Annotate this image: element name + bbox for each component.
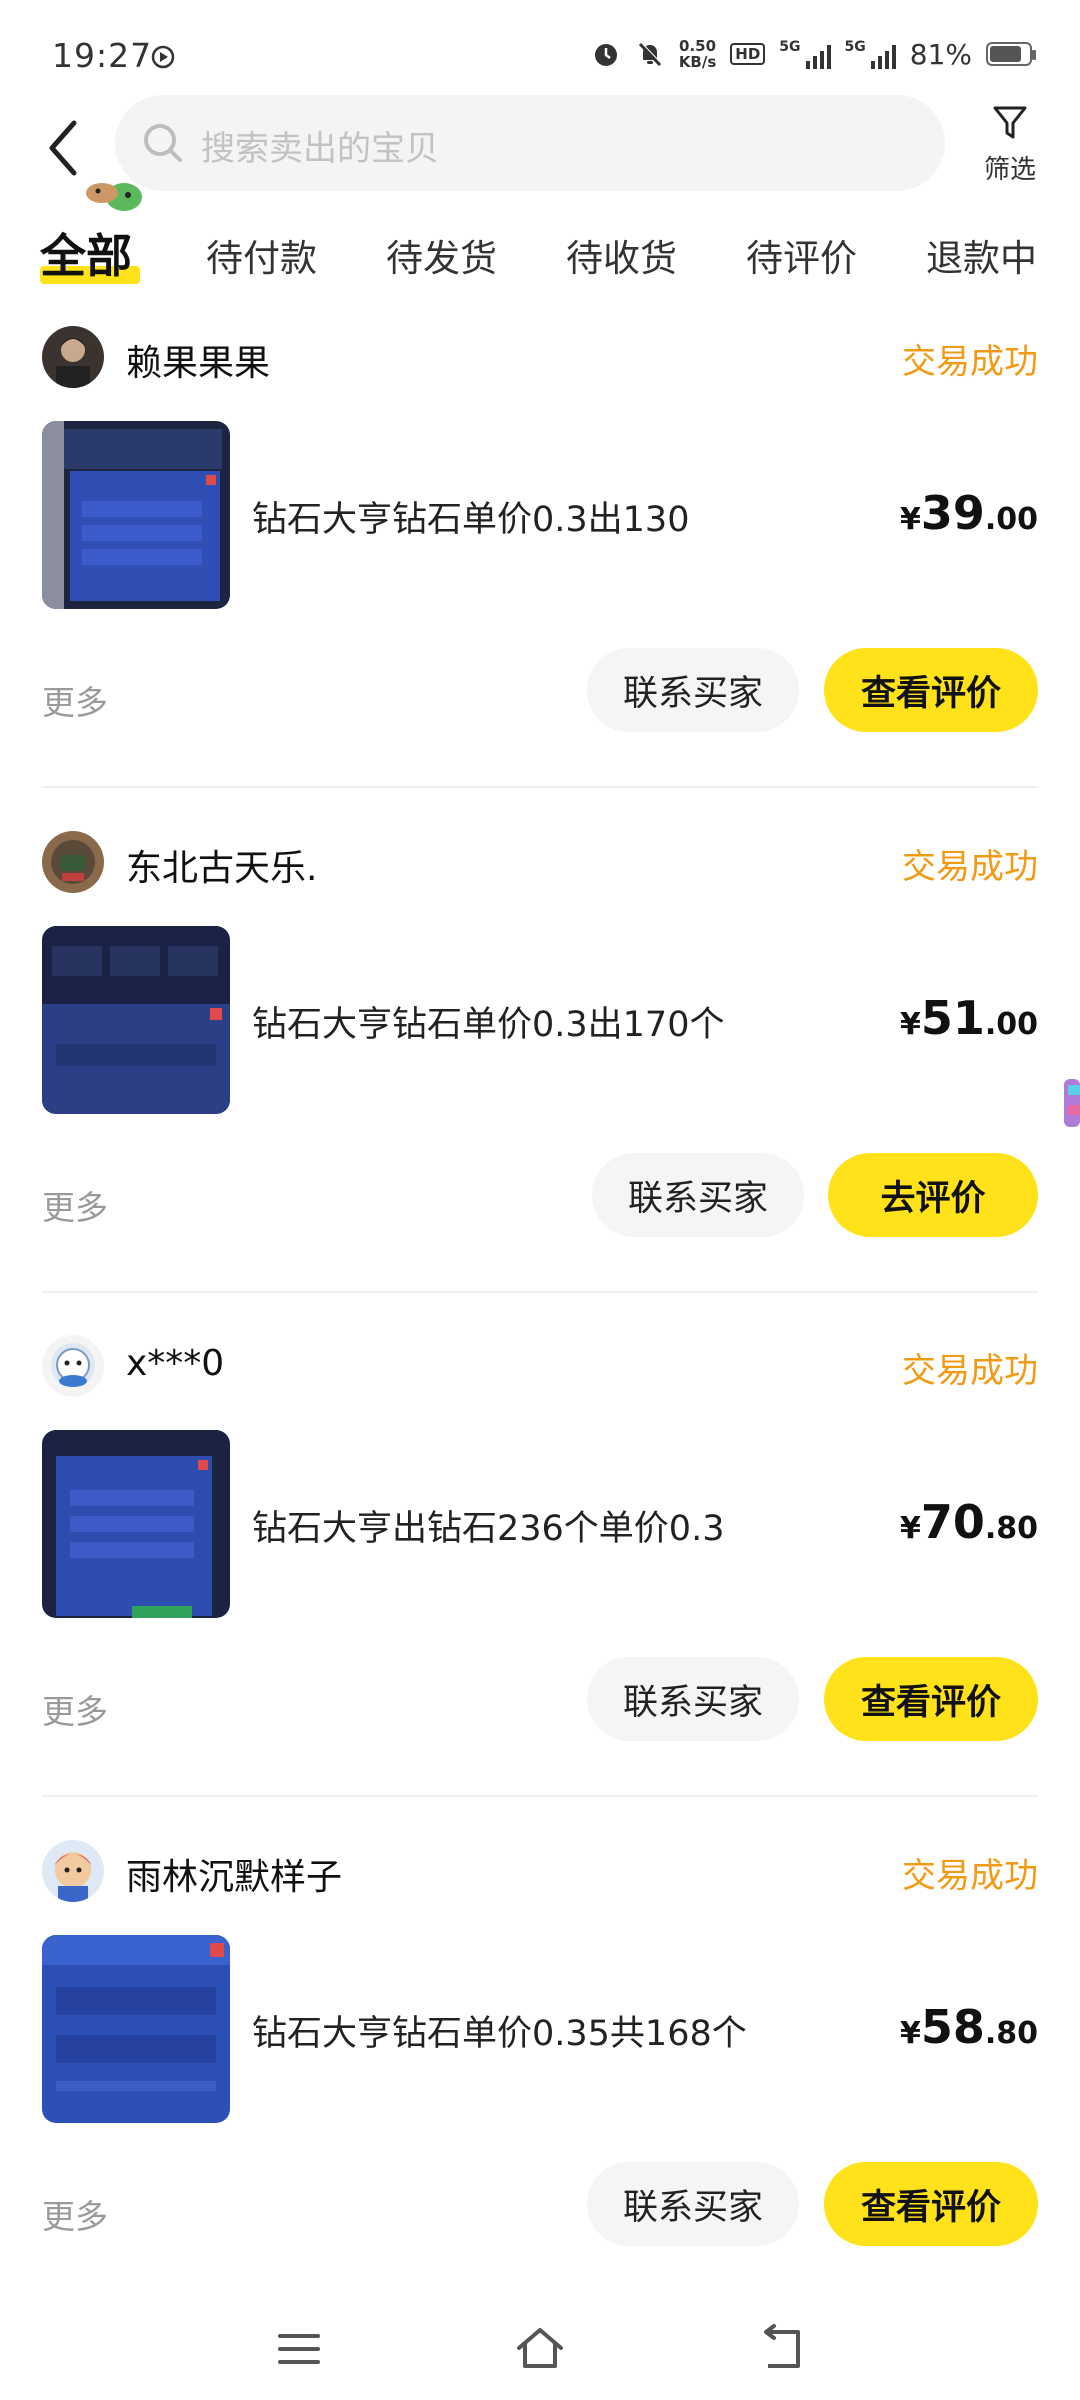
funnel-icon (993, 106, 1027, 139)
divider (42, 1291, 1038, 1293)
more-link[interactable]: 更多 (42, 1181, 108, 1229)
order-card: 东北古天乐. 交易成功 钻石大亨钻石单价0.3出170个 ¥51.00 更多 联… (0, 831, 1080, 1336)
order-card: 赖果果果 交易成功 钻石大亨钻石单价0.3出130 ¥39.00 更多 联系买家… (0, 326, 1080, 831)
battery-percent: 81% (909, 37, 972, 71)
price-decimal: .00 (984, 502, 1038, 537)
product-thumbnail[interactable] (42, 1935, 230, 2123)
order-status: 交易成功 (902, 342, 1038, 382)
contact-buyer-button[interactable]: 联系买家 (592, 1153, 804, 1237)
search-icon (144, 124, 182, 162)
price-integer: 39 (920, 486, 985, 540)
buyer-name[interactable]: 东北古天乐. (126, 839, 317, 891)
more-link[interactable]: 更多 (42, 676, 108, 724)
more-link[interactable]: 更多 (42, 1685, 108, 1733)
currency-symbol: ¥ (899, 1511, 921, 1546)
network-type-1: 5G (779, 39, 801, 55)
system-nav-bar (0, 2300, 1080, 2400)
net-speed-unit: KB/s (678, 53, 717, 71)
floating-sticker-icon[interactable] (1062, 1075, 1080, 1131)
divider (42, 1795, 1038, 1797)
product-title[interactable]: 钻石大亨钻石单价0.35共168个 (252, 2005, 747, 2056)
net-speed: 0.50 KB/s (679, 38, 716, 70)
header: 搜索卖出的宝贝 筛选 (0, 95, 1080, 211)
order-card: 雨林沉默样子 交易成功 钻石大亨钻石单价0.35共168个 ¥58.80 更多 … (0, 1840, 1080, 2345)
currency-symbol: ¥ (899, 502, 921, 537)
order-price: ¥70.80 (900, 1495, 1038, 1549)
order-price: ¥51.00 (900, 991, 1038, 1045)
view-review-button[interactable]: 查看评价 (824, 2162, 1038, 2246)
tab-refunding[interactable]: 退款中 (926, 228, 1037, 282)
price-decimal: .00 (984, 1007, 1038, 1042)
order-price: ¥58.80 (900, 2000, 1038, 2054)
filter-button[interactable]: 筛选 (970, 103, 1050, 193)
status-time: 19:27 (52, 36, 153, 75)
avatar[interactable] (42, 1840, 104, 1902)
search-placeholder: 搜索卖出的宝贝 (201, 129, 439, 169)
return-icon[interactable] (754, 2322, 808, 2376)
currency-symbol: ¥ (899, 1007, 921, 1042)
contact-buyer-button[interactable]: 联系买家 (587, 1657, 799, 1741)
tab-pending-payment[interactable]: 待付款 (206, 228, 317, 282)
contact-buyer-button[interactable]: 联系买家 (587, 648, 799, 732)
status-icons: 0.50 KB/s HD 5G 5G 81% (591, 34, 1036, 74)
divider (42, 786, 1038, 788)
currency-symbol: ¥ (899, 2016, 921, 2051)
product-thumbnail[interactable] (42, 926, 230, 1114)
net-speed-value: 0.50 (679, 37, 717, 55)
mute-bell-icon (638, 42, 662, 67)
home-icon[interactable] (513, 2322, 567, 2376)
product-title[interactable]: 钻石大亨钻石单价0.3出170个 (252, 996, 724, 1047)
battery-icon (986, 42, 1036, 66)
avatar[interactable] (42, 326, 104, 388)
signal-1: 5G (779, 39, 831, 69)
tab-pending-receipt[interactable]: 待收货 (566, 228, 677, 282)
price-integer: 70 (920, 1495, 985, 1549)
avatar[interactable] (42, 831, 104, 893)
alarm-icon (594, 44, 617, 66)
product-title[interactable]: 钻石大亨钻石单价0.3出130 (252, 491, 689, 542)
avatar[interactable] (42, 1335, 104, 1397)
product-title[interactable]: 钻石大亨出钻石236个单价0.3 (252, 1500, 724, 1551)
network-type-2: 5G (844, 39, 866, 55)
price-integer: 51 (920, 991, 985, 1045)
tab-all[interactable]: 全部 (40, 220, 132, 286)
signal-2: 5G (845, 39, 896, 69)
screen-record-icon (151, 45, 175, 69)
buyer-name[interactable]: 雨林沉默样子 (126, 1848, 342, 1900)
more-link[interactable]: 更多 (42, 2190, 108, 2238)
tab-pending-shipment[interactable]: 待发货 (386, 228, 497, 282)
order-status: 交易成功 (902, 1856, 1038, 1896)
product-thumbnail[interactable] (42, 1430, 230, 1618)
status-bar: 19:27 0.50 KB/s HD 5G 5G 81% (0, 0, 1080, 95)
order-status: 交易成功 (902, 847, 1038, 887)
view-review-button[interactable]: 查看评价 (824, 1657, 1038, 1741)
price-decimal: .80 (984, 2016, 1038, 2051)
price-decimal: .80 (984, 1511, 1038, 1546)
contact-buyer-button[interactable]: 联系买家 (587, 2162, 799, 2246)
order-tabs: 全部 待付款 待发货 待收货 待评价 退款中 (0, 220, 1080, 300)
filter-label: 筛选 (983, 155, 1036, 185)
price-integer: 58 (920, 2000, 985, 2054)
search-input[interactable]: 搜索卖出的宝贝 (115, 95, 945, 191)
buyer-name[interactable]: x***0 (126, 1343, 224, 1384)
view-review-button[interactable]: 查看评价 (824, 648, 1038, 732)
order-price: ¥39.00 (900, 486, 1038, 540)
order-status: 交易成功 (902, 1351, 1038, 1391)
menu-icon[interactable] (272, 2322, 326, 2376)
back-button[interactable] (38, 115, 92, 181)
tab-pending-review[interactable]: 待评价 (746, 228, 857, 282)
mascot-sticker-icon (86, 183, 142, 211)
buyer-name[interactable]: 赖果果果 (126, 334, 270, 386)
order-card: x***0 交易成功 钻石大亨出钻石236个单价0.3 ¥70.80 更多 联系… (0, 1335, 1080, 1840)
product-thumbnail[interactable] (42, 421, 230, 609)
hd-badge: HD (730, 43, 766, 65)
leave-review-button[interactable]: 去评价 (828, 1153, 1038, 1237)
